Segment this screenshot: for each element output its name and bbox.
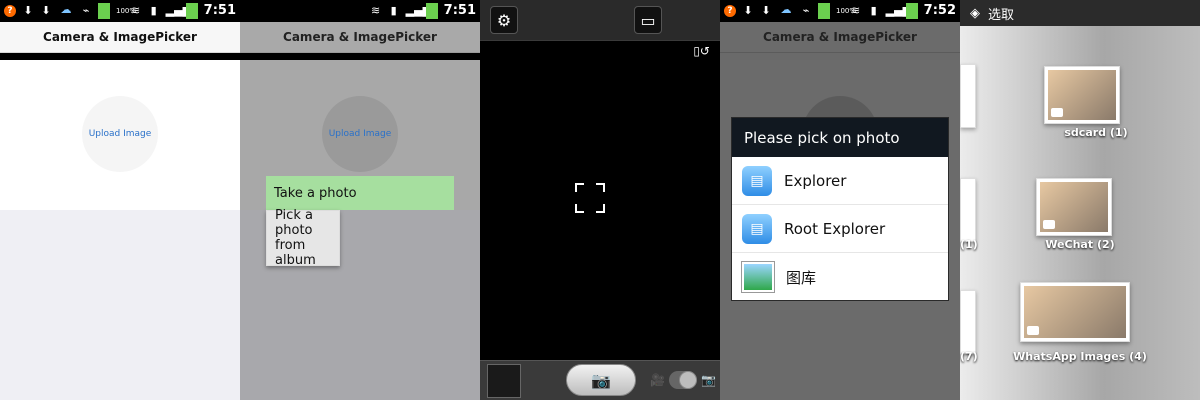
battery-icon: [425, 3, 438, 19]
battery-icon: [185, 3, 198, 19]
picker-option-label: 图库: [786, 268, 817, 287]
picker-option-label: Root Explorer: [784, 219, 886, 238]
sim-icon: ▮: [150, 4, 157, 17]
status-bar: ? ⬇ ⬇ ☁ ⌁ 100% ≋ ▮ ▂▄▆ 7:51: [0, 0, 240, 22]
settings-gear-icon[interactable]: ⚙: [490, 6, 518, 34]
album-peek[interactable]: [960, 64, 976, 128]
screenshot-strip: ? ⬇ ⬇ ☁ ⌁ 100% ≋ ▮ ▂▄▆ 7:51 Camera & Ima…: [0, 0, 1200, 400]
album-thumbnail-whatsapp[interactable]: [1020, 282, 1130, 342]
signal-icon: ▂▄▆: [165, 4, 192, 17]
upload-image-label: Upload Image: [328, 129, 392, 139]
pick-from-album-button[interactable]: Pick a photo from album: [266, 208, 340, 268]
album-name: sdcard: [1064, 126, 1107, 139]
wifi-icon: ≋: [131, 4, 141, 17]
battery-icon: [98, 3, 110, 19]
signal-icon: ▂▄▆: [405, 4, 432, 17]
gallery-app-icon: [742, 262, 774, 292]
album-thumbnail-wechat[interactable]: [1036, 178, 1112, 236]
album-caption-sdcard: sdcard (1): [1016, 126, 1176, 139]
download-icon: ⬇: [743, 4, 753, 17]
last-photo-thumbnail[interactable]: [487, 364, 521, 398]
explorer-folder-icon: ▤: [742, 165, 772, 196]
album-count: (2): [1096, 238, 1115, 251]
picker-option-gallery[interactable]: 图库: [732, 253, 948, 301]
gallery-header-title: 选取: [988, 7, 1015, 23]
album-caption-whatsapp: WhatsApp Images (4): [1000, 350, 1160, 363]
status-time: 7:51: [203, 3, 236, 18]
cloud-rain-icon: ☁: [780, 3, 792, 16]
status-left-icons: ? ⬇ ⬇ ☁ ⌁ 100%: [4, 3, 136, 19]
status-right-icons: ≋ ▮ ▂▄▆ 7:52: [850, 3, 956, 19]
app-title: Camera & ImagePicker: [240, 22, 480, 53]
cloud-rain-icon: ☁: [60, 3, 72, 16]
status-right-icons: ≋ ▮ ▂▄▆ 7:51: [130, 3, 236, 19]
battery-icon: [818, 3, 830, 19]
notification-icon: ?: [724, 5, 736, 17]
screen-camera: ⚙ ▭ ▯↺ 📷 🎥 📷: [480, 0, 720, 400]
photo-picker-dialog: Please pick on photo ▤ Explorer ▤ Root E…: [731, 117, 949, 301]
notification-icon: ?: [4, 5, 16, 17]
screen-home: ? ⬇ ⬇ ☁ ⌁ 100% ≋ ▮ ▂▄▆ 7:51 Camera & Ima…: [0, 0, 240, 400]
shutter-button[interactable]: 📷: [566, 364, 636, 396]
album-peek[interactable]: [960, 290, 976, 354]
album-peek-count: (7): [960, 350, 978, 363]
wifi-icon: ≋: [851, 4, 861, 17]
take-photo-button[interactable]: Take a photo: [266, 176, 454, 210]
album-count: (4): [1129, 350, 1147, 363]
status-bar: ≋ ▮ ▂▄▆ 7:51: [240, 0, 480, 22]
sim-icon: ▮: [870, 4, 877, 17]
camera-mode-switch[interactable]: 🎥 📷: [650, 366, 716, 394]
root-explorer-folder-icon: ▤: [742, 213, 772, 244]
download-icon: ⬇: [23, 4, 33, 17]
album-name: WeChat: [1045, 238, 1094, 251]
status-right-icons: ≋ ▮ ▂▄▆ 7:51: [370, 3, 476, 19]
gallery-header: ◈ 选取: [960, 0, 1200, 26]
album-thumbnail-sdcard[interactable]: [1044, 66, 1120, 124]
album-peek-count: (1): [960, 238, 978, 251]
sim-icon: ▮: [390, 4, 397, 17]
download-icon: ⬇: [41, 4, 51, 17]
status-time: 7:52: [923, 3, 956, 18]
wifi-icon: ≋: [371, 4, 381, 17]
screen-picker: ? ⬇ ⬇ ☁ ⌁ 100% ≋ ▮ ▂▄▆ 7:52 Camera & Ima…: [720, 0, 960, 400]
battery-icon: [905, 3, 918, 19]
album-peek[interactable]: [960, 178, 976, 242]
dialog-title: Please pick on photo: [732, 118, 948, 157]
status-bar: ? ⬇ ⬇ ☁ ⌁ 100% ≋ ▮ ▂▄▆ 7:52: [720, 0, 960, 22]
picker-option-label: Explorer: [784, 171, 847, 190]
album-name: WhatsApp Images: [1013, 350, 1126, 363]
focus-frame-icon: [575, 183, 605, 213]
album-count: (1): [1109, 126, 1128, 139]
album-image: [1048, 70, 1116, 120]
camera-icon: 📷: [591, 370, 611, 390]
camera-icon: 📷: [701, 373, 716, 387]
upload-image-button[interactable]: Upload Image: [82, 96, 158, 172]
upload-image-button[interactable]: Upload Image: [322, 96, 398, 172]
album-image: [1024, 286, 1126, 338]
picker-option-explorer[interactable]: ▤ Explorer: [732, 157, 948, 205]
app-title: Camera & ImagePicker: [720, 22, 960, 53]
status-left-icons: ? ⬇ ⬇ ☁ ⌁ 100%: [724, 3, 856, 19]
picker-option-root-explorer[interactable]: ▤ Root Explorer: [732, 205, 948, 253]
upload-image-label: Upload Image: [88, 129, 152, 139]
video-icon: 🎥: [650, 373, 665, 387]
usb-icon: ⌁: [802, 4, 810, 17]
app-title: Camera & ImagePicker: [0, 22, 240, 53]
signal-icon: ▂▄▆: [885, 4, 912, 17]
screen-gallery: ◈ 选取 (1) (7) sdcard (1) WeChat (2) Whats…: [960, 0, 1200, 400]
screen-mode-icon[interactable]: ▭: [634, 6, 662, 34]
mode-toggle-knob: [679, 371, 698, 389]
album-caption-wechat: WeChat (2): [1000, 238, 1160, 251]
mode-toggle[interactable]: [668, 371, 698, 389]
gallery-app-icon: ◈: [970, 5, 980, 21]
content-footer: [0, 210, 240, 400]
usb-icon: ⌁: [82, 4, 90, 17]
download-icon: ⬇: [761, 4, 771, 17]
status-time: 7:51: [443, 3, 476, 18]
album-image: [1040, 182, 1108, 232]
rotation-indicator-icon: ▯↺: [693, 44, 710, 58]
